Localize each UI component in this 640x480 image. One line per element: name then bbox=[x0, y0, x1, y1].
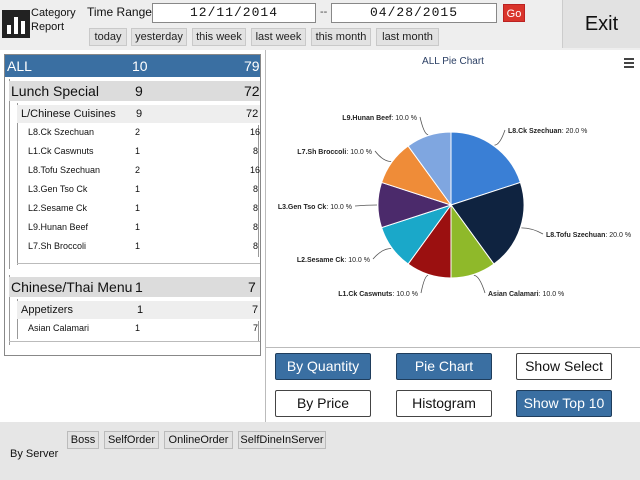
tree-item-total: 7 bbox=[253, 323, 259, 333]
tree-group-total: 72 bbox=[244, 83, 260, 99]
server-selfdineinserver-button[interactable]: SelfDineInServer bbox=[238, 431, 326, 449]
pie-chart: L8.Ck Szechuan: 20.0 % L8.Tofu Szechuan: … bbox=[278, 115, 631, 298]
by-quantity-button[interactable]: By Quantity bbox=[275, 353, 371, 380]
tree-item-total: 8 bbox=[253, 184, 259, 194]
tree-group-row[interactable]: Lunch Special 9 72 bbox=[9, 81, 260, 101]
tree-item-qty: 1 bbox=[135, 222, 141, 232]
tree-row-all[interactable]: ALL 10 79 bbox=[5, 55, 260, 77]
tree-item-row[interactable]: L8.Ck Szechuan 2 16 bbox=[5, 123, 260, 142]
date-separator: -- bbox=[320, 6, 328, 18]
tree-item-name: L3.Gen Tso Ck bbox=[28, 184, 88, 194]
tree-item-qty: 1 bbox=[135, 184, 141, 194]
tree-item-name: L7.Sh Broccoli bbox=[28, 241, 87, 251]
tree-group-total: 7 bbox=[248, 279, 256, 295]
pie-label: L1.Ck Caswnuts: 10.0 % bbox=[338, 291, 418, 298]
tree-sub-name: Appetizers bbox=[21, 304, 73, 316]
tree-sub-row[interactable]: Appetizers 1 7 bbox=[17, 301, 260, 319]
by-price-button[interactable]: By Price bbox=[275, 390, 371, 417]
pie-label: L8.Ck Szechuan: 20.0 % bbox=[508, 128, 587, 135]
tree-item-total: 8 bbox=[253, 222, 259, 232]
pie-label: L9.Hunan Beef: 10.0 % bbox=[342, 115, 417, 122]
tree-sub-qty: 1 bbox=[137, 304, 144, 316]
pie-label: Asian Calamari: 10.0 % bbox=[488, 291, 564, 298]
by-server-label: By Server bbox=[10, 448, 59, 460]
pie-label: L7.Sh Broccoli: 10.0 % bbox=[297, 149, 372, 156]
tree-item-qty: 2 bbox=[135, 127, 141, 137]
tree-group-name: Chinese/Thai Menu bbox=[11, 279, 133, 295]
tree-item-row[interactable]: L1.Ck Caswnuts 1 8 bbox=[5, 142, 260, 161]
tree-sub-total: 72 bbox=[246, 108, 259, 120]
bar-chart-icon bbox=[2, 10, 30, 38]
tree-sub-name: L/Chinese Cuisines bbox=[21, 108, 116, 120]
tree-all-qty: 10 bbox=[132, 58, 148, 74]
pie-label: L3.Gen Tso Ck: 10.0 % bbox=[278, 204, 352, 211]
tree-line bbox=[9, 341, 260, 342]
tree-sub-qty: 9 bbox=[136, 108, 143, 120]
pie-connector bbox=[521, 227, 544, 235]
histogram-button[interactable]: Histogram bbox=[396, 390, 492, 417]
tree-sub-row[interactable]: L/Chinese Cuisines 9 72 bbox=[17, 105, 260, 123]
pie-connector bbox=[372, 248, 392, 260]
tree-item-total: 8 bbox=[253, 203, 259, 213]
end-date-field[interactable]: 04/28/2015 bbox=[331, 3, 497, 23]
range-today-button[interactable]: today bbox=[89, 28, 127, 46]
tree-item-qty: 1 bbox=[135, 146, 141, 156]
tree-all-name: ALL bbox=[7, 58, 32, 74]
show-select-button[interactable]: Show Select bbox=[516, 353, 612, 380]
page-title: Category Report bbox=[31, 7, 76, 33]
tree-all-total: 79 bbox=[244, 58, 260, 74]
tree-group-qty: 9 bbox=[135, 83, 143, 99]
tree-item-row[interactable]: L9.Hunan Beef 1 8 bbox=[5, 218, 260, 237]
pie-connector bbox=[419, 116, 429, 136]
range-last-month-button[interactable]: last month bbox=[376, 28, 439, 46]
pie-connector bbox=[374, 150, 392, 162]
tree-item-row[interactable]: Asian Calamari 1 7 bbox=[5, 319, 260, 338]
tree-item-total: 16 bbox=[250, 127, 261, 137]
go-button[interactable]: Go bbox=[503, 4, 525, 22]
range-this-month-button[interactable]: this month bbox=[311, 28, 371, 46]
tree-item-name: L1.Ck Caswnuts bbox=[28, 146, 94, 156]
tree-item-name: L8.Ck Szechuan bbox=[28, 127, 95, 137]
tree-item-qty: 1 bbox=[135, 323, 141, 333]
tree-item-name: L9.Hunan Beef bbox=[28, 222, 89, 232]
chart-title: ALL Pie Chart bbox=[422, 56, 484, 67]
range-yesterday-button[interactable]: yesterday bbox=[131, 28, 187, 46]
pie-connector bbox=[354, 204, 378, 207]
server-selforder-button[interactable]: SelfOrder bbox=[104, 431, 159, 449]
category-tree: ALL 10 79 Lunch Special 9 72 L/Chinese C… bbox=[4, 54, 261, 356]
tree-line bbox=[17, 263, 260, 264]
show-top-button[interactable]: Show Top 10 bbox=[516, 390, 612, 417]
pie-label: L2.Sesame Ck: 10.0 % bbox=[297, 257, 370, 264]
tree-item-qty: 1 bbox=[135, 203, 141, 213]
tree-item-total: 8 bbox=[253, 241, 259, 251]
server-onlineorder-button[interactable]: OnlineOrder bbox=[164, 431, 233, 449]
tree-group-name: Lunch Special bbox=[11, 83, 99, 99]
tree-item-row[interactable]: L3.Gen Tso Ck 1 8 bbox=[5, 180, 260, 199]
pie-connector bbox=[494, 129, 506, 146]
tree-sub-total: 7 bbox=[252, 304, 259, 316]
tree-item-name: L2.Sesame Ck bbox=[28, 203, 88, 213]
range-last-week-button[interactable]: last week bbox=[251, 28, 306, 46]
tree-item-qty: 1 bbox=[135, 241, 141, 251]
start-date-field[interactable]: 12/11/2014 bbox=[152, 3, 316, 23]
pie-connector bbox=[420, 274, 429, 294]
tree-group-row[interactable]: Chinese/Thai Menu 1 7 bbox=[9, 277, 260, 297]
tree-group-qty: 1 bbox=[135, 279, 143, 295]
chart-menu-icon[interactable] bbox=[624, 58, 634, 68]
range-this-week-button[interactable]: this week bbox=[192, 28, 246, 46]
exit-button[interactable]: Exit bbox=[562, 0, 640, 48]
server-boss-button[interactable]: Boss bbox=[67, 431, 99, 449]
time-range-label: Time Range: bbox=[87, 5, 156, 19]
tree-item-total: 16 bbox=[250, 165, 261, 175]
pie-label: L8.Tofu Szechuan: 20.0 % bbox=[546, 232, 631, 239]
tree-item-name: L8.Tofu Szechuan bbox=[28, 165, 101, 175]
tree-item-name: Asian Calamari bbox=[28, 323, 90, 333]
pie-chart-button[interactable]: Pie Chart bbox=[396, 353, 492, 380]
tree-item-row[interactable]: L7.Sh Broccoli 1 8 bbox=[5, 237, 260, 256]
tree-item-row[interactable]: L8.Tofu Szechuan 2 16 bbox=[5, 161, 260, 180]
tree-item-total: 8 bbox=[253, 146, 259, 156]
tree-item-qty: 2 bbox=[135, 165, 141, 175]
pie-connector bbox=[473, 274, 486, 294]
tree-item-row[interactable]: L2.Sesame Ck 1 8 bbox=[5, 199, 260, 218]
